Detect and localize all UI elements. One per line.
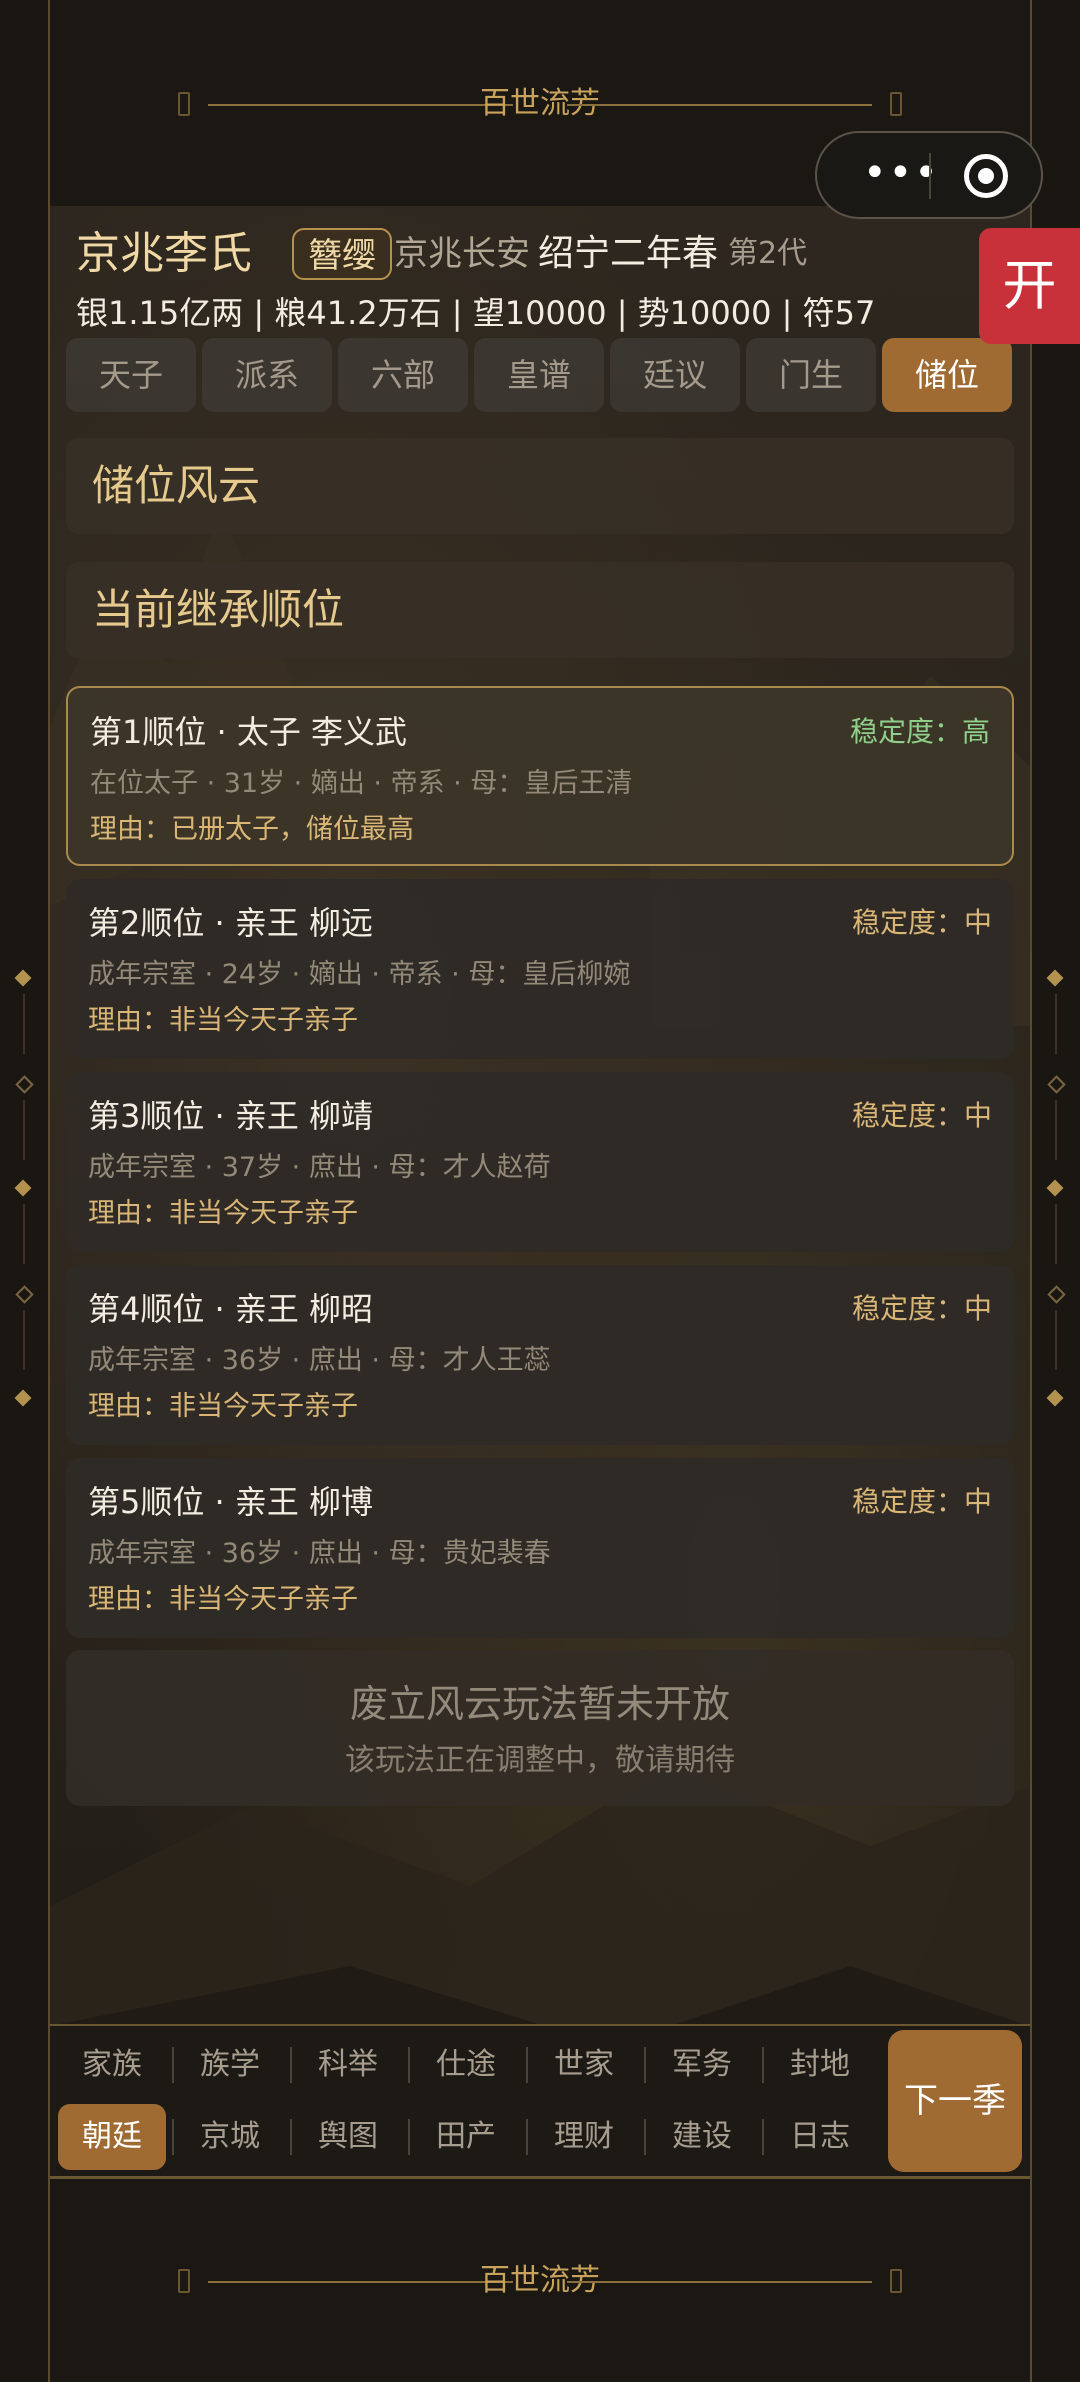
tab-tianzi[interactable]: 天子 — [66, 338, 196, 412]
nav-chaoting[interactable]: 朝廷 — [58, 2104, 166, 2170]
successor-reason: 理由：非当今天子亲子 — [88, 1005, 358, 1036]
nav-licai[interactable]: 理财 — [530, 2104, 638, 2170]
tab-paixi[interactable]: 派系 — [202, 338, 332, 412]
successor-info: 成年宗室 · 24岁 · 嫡出 · 帝系 · 母：皇后柳婉 — [88, 959, 631, 990]
bottom-nav: 家族 族学 科举 仕途 世家 军务 封地 朝廷 京城 舆图 田产 理财 建设 日… — [50, 2024, 1030, 2178]
successor-info: 成年宗室 · 37岁 · 庶出 · 母：才人赵荷 — [88, 1152, 551, 1183]
nav-shitu[interactable]: 仕途 — [412, 2032, 520, 2098]
successor-title: 第2顺位 · 亲王 柳远 — [88, 904, 374, 942]
successor-info: 在位太子 · 31岁 · 嫡出 · 帝系 · 母：皇后王清 — [90, 768, 633, 799]
capsule-divider — [929, 153, 931, 199]
closed-notice-title: 废立风云玩法暂未开放 — [349, 1682, 730, 1726]
successor-title: 第3顺位 · 亲王 柳靖 — [88, 1097, 374, 1135]
nav-jianshe[interactable]: 建设 — [648, 2104, 756, 2170]
more-dots-icon[interactable]: ••• — [863, 153, 938, 193]
target-circle-icon[interactable] — [964, 154, 1008, 198]
tab-tingyi[interactable]: 廷议 — [610, 338, 740, 412]
app-root: 百世流芳 京兆李氏 簪缨 京兆长安 绍宁二年春 第2代 银1.15亿两 | 粮4… — [0, 0, 1080, 2382]
miniprogram-capsule: ••• — [815, 131, 1043, 219]
nav-zuxue[interactable]: 族学 — [176, 2032, 284, 2098]
era-label: 绍宁二年春 — [538, 233, 719, 274]
side-ornament-left — [14, 960, 34, 1410]
closed-feature-notice: 废立风云玩法暂未开放 该玩法正在调整中，敬请期待 — [66, 1650, 1014, 1806]
subsection-title: 当前继承顺位 — [66, 562, 1014, 658]
next-season-button[interactable]: 下一季 — [888, 2030, 1022, 2172]
bottom-banner: 百世流芳 — [50, 2176, 1030, 2382]
stability-label: 稳定度：中 — [851, 1099, 992, 1132]
successor-card-4[interactable]: 第4顺位 · 亲王 柳昭 稳定度：中 成年宗室 · 36岁 · 庶出 · 母：才… — [66, 1265, 1014, 1445]
nav-shijia[interactable]: 世家 — [530, 2032, 638, 2098]
successor-info: 成年宗室 · 36岁 · 庶出 · 母：才人王蕊 — [88, 1345, 551, 1376]
successor-card-5[interactable]: 第5顺位 · 亲王 柳博 稳定度：中 成年宗室 · 36岁 · 庶出 · 母：贵… — [66, 1458, 1014, 1638]
frame-line-right — [1030, 0, 1032, 2382]
banner-line-right — [567, 104, 872, 106]
nav-rizhi[interactable]: 日志 — [766, 2104, 874, 2170]
successor-reason: 理由：非当今天子亲子 — [88, 1198, 358, 1229]
tab-huangpu[interactable]: 皇谱 — [474, 338, 604, 412]
closed-notice-subtitle: 该玩法正在调整中，敬请期待 — [345, 1743, 735, 1778]
successor-card-1[interactable]: 第1顺位 · 太子 李义武 稳定度：高 在位太子 · 31岁 · 嫡出 · 帝系… — [66, 686, 1014, 866]
banner-line-right — [567, 2281, 872, 2283]
stability-label: 稳定度：高 — [849, 715, 990, 748]
nav-keju[interactable]: 科举 — [294, 2032, 402, 2098]
successor-reason: 理由：已册太子，储位最高 — [90, 814, 414, 845]
clan-name: 京兆李氏 — [76, 228, 252, 279]
successor-title: 第5顺位 · 亲王 柳博 — [88, 1483, 374, 1521]
generation-label: 第2代 — [728, 236, 808, 271]
stability-label: 稳定度：中 — [851, 1485, 992, 1518]
stability-label: 稳定度：中 — [851, 906, 992, 939]
bottom-banner-title-row: 百世流芳 — [128, 2261, 952, 2301]
successor-reason: 理由：非当今天子亲子 — [88, 1391, 358, 1422]
nav-tianchan[interactable]: 田产 — [412, 2104, 520, 2170]
nav-fengdi[interactable]: 封地 — [766, 2032, 874, 2098]
side-ornament-right — [1046, 960, 1066, 1410]
successor-title: 第4顺位 · 亲王 柳昭 — [88, 1290, 374, 1328]
nav-jiazu[interactable]: 家族 — [58, 2032, 166, 2098]
banner-cap-right — [890, 2269, 902, 2293]
top-banner-title-row: 百世流芳 — [128, 84, 952, 124]
banner-cap-right — [890, 92, 902, 116]
clan-rank-badge: 簪缨 — [292, 228, 392, 280]
section-title: 储位风云 — [66, 438, 1014, 534]
open-side-tag[interactable]: 开 — [979, 228, 1080, 344]
tab-chuwei[interactable]: 储位 — [882, 338, 1012, 412]
resource-stats: 银1.15亿两 | 粮41.2万石 | 望10000 | 势10000 | 符5… — [76, 294, 876, 332]
main-panel: 京兆李氏 簪缨 京兆长安 绍宁二年春 第2代 银1.15亿两 | 粮41.2万石… — [50, 206, 1030, 2176]
successor-reason: 理由：非当今天子亲子 — [88, 1584, 358, 1615]
successor-card-2[interactable]: 第2顺位 · 亲王 柳远 稳定度：中 成年宗室 · 24岁 · 嫡出 · 帝系 … — [66, 879, 1014, 1059]
nav-junwu[interactable]: 军务 — [648, 2032, 756, 2098]
successor-card-3[interactable]: 第3顺位 · 亲王 柳靖 稳定度：中 成年宗室 · 37岁 · 庶出 · 母：才… — [66, 1072, 1014, 1252]
successor-title: 第1顺位 · 太子 李义武 — [90, 713, 408, 751]
successor-info: 成年宗室 · 36岁 · 庶出 · 母：贵妃裴春 — [88, 1538, 551, 1569]
nav-yutu[interactable]: 舆图 — [294, 2104, 402, 2170]
stability-label: 稳定度：中 — [851, 1292, 992, 1325]
nav-jingcheng[interactable]: 京城 — [176, 2104, 284, 2170]
clan-place: 京兆长安 — [394, 234, 530, 274]
tab-mensheng[interactable]: 门生 — [746, 338, 876, 412]
tab-liubu[interactable]: 六部 — [338, 338, 468, 412]
